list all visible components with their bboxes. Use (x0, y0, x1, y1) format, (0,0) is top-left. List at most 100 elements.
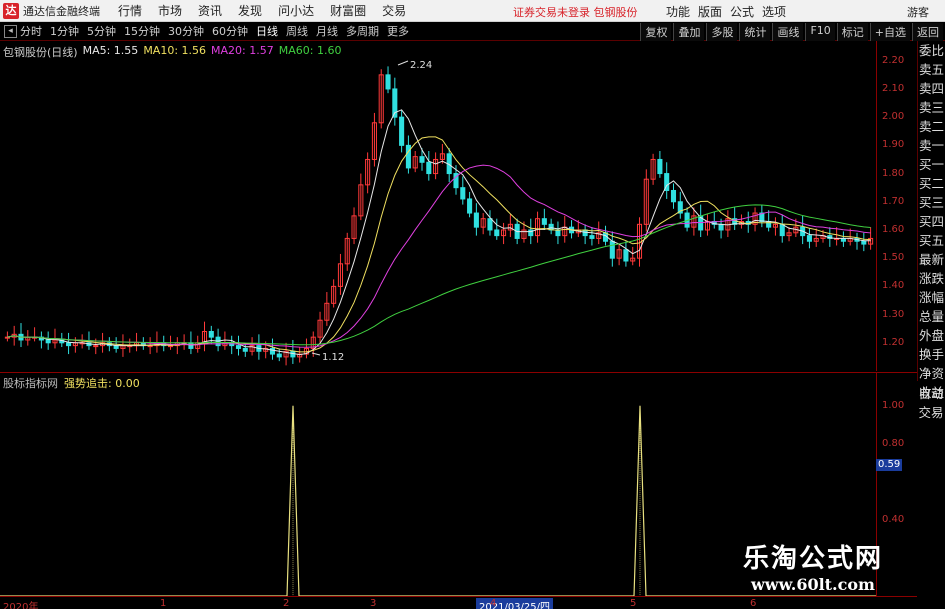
candle-body (467, 198, 473, 214)
options-button[interactable]: 选项 (762, 3, 786, 20)
ma60-legend: MA60: 1.60 (278, 44, 342, 57)
watermark-title: 乐淘公式网 (742, 544, 883, 574)
price-tick: 2.20 (882, 54, 905, 66)
menu-item-trade[interactable]: 交易 (382, 2, 406, 19)
main-menu: 行情 市场 资讯 发现 问小达 财富圈 交易 (118, 2, 406, 19)
tab-60min[interactable]: 60分钟 (212, 23, 248, 39)
side-item[interactable]: 外盘 (918, 326, 945, 345)
tab-more[interactable]: 更多 (387, 23, 409, 39)
adjust-button[interactable]: 复权 (640, 23, 672, 41)
cursor-value-label: 0.59 (876, 459, 902, 471)
price-tick: 2.00 (882, 111, 905, 123)
candle-body (235, 345, 242, 349)
candle-body (806, 235, 812, 242)
price-tick: 1.20 (882, 336, 905, 348)
candle-body (399, 116, 405, 146)
tab-5min[interactable]: 5分钟 (87, 23, 116, 39)
side-item[interactable]: 买二 (918, 174, 945, 193)
side-item[interactable]: 涨幅 (918, 288, 945, 307)
candle-body (385, 74, 391, 90)
mark-button[interactable]: 标记 (836, 23, 868, 41)
layout-button[interactable]: 版面 (698, 3, 722, 20)
side-item[interactable]: 买五 (918, 231, 945, 250)
sub-side-panel: 自动 交易 (917, 384, 945, 422)
guest-label[interactable]: 游客 (907, 4, 929, 20)
ma20-line (7, 164, 871, 348)
price-tick: 1.90 (882, 139, 905, 151)
side-item[interactable]: 卖五 (918, 60, 945, 79)
tab-weekly[interactable]: 周线 (286, 23, 308, 39)
indicator-tick: 0.80 (882, 437, 905, 449)
menu-item-quotes[interactable]: 行情 (118, 2, 142, 19)
stats-button[interactable]: 统计 (739, 23, 771, 41)
chart-divider (0, 372, 917, 373)
time-tick: 2020年 (3, 602, 39, 609)
candle-body (487, 218, 493, 231)
price-tick: 1.60 (882, 223, 905, 235)
tab-daily[interactable]: 日线 (256, 23, 278, 39)
tab-1min[interactable]: 1分钟 (50, 23, 79, 39)
indicator-tick: 0.40 (882, 513, 905, 525)
add-watchlist-button[interactable]: +自选 (869, 23, 910, 41)
candle-body (242, 347, 248, 352)
candle-body (66, 342, 72, 347)
price-tick: 1.30 (882, 308, 905, 320)
return-button[interactable]: 返回 (912, 23, 943, 41)
time-tick: 1 (160, 598, 167, 609)
menu-item-ask[interactable]: 问小达 (278, 2, 314, 19)
candle-body (657, 158, 663, 175)
ma10-line (7, 136, 871, 353)
tab-monthly[interactable]: 月线 (316, 23, 338, 39)
draw-button[interactable]: 画线 (772, 23, 804, 41)
tab-multi-period[interactable]: 多周期 (346, 23, 379, 39)
back-arrow-icon[interactable]: ◂ (4, 24, 17, 38)
side-item[interactable]: 总量 (918, 307, 945, 326)
time-tick: 4 (490, 598, 497, 609)
auto-button[interactable]: 自动 (917, 384, 945, 403)
candlestick-chart[interactable] (0, 41, 876, 371)
side-item[interactable]: 卖一 (918, 136, 945, 155)
function-button[interactable]: 功能 (666, 3, 690, 20)
period-tabs: 分时 1分钟 5分钟 15分钟 30分钟 60分钟 日线 周线 月线 多周期 更… (20, 23, 409, 39)
tab-timeshare[interactable]: 分时 (20, 23, 42, 39)
side-item[interactable]: 换手 (918, 345, 945, 364)
time-axis: 2021/03/25/四 2020年 1 2 3 4 5 6 (0, 596, 917, 609)
side-item[interactable]: 最新 (918, 250, 945, 269)
overlay-button[interactable]: 叠加 (673, 23, 705, 41)
price-axis: 1.20 1.30 1.40 1.50 1.60 1.70 1.80 1.90 2.00 2.10… (876, 41, 917, 371)
candle-body (188, 342, 194, 349)
side-item[interactable]: 买三 (918, 193, 945, 212)
price-tick: 1.40 (882, 280, 905, 292)
time-tick: 5 (630, 598, 637, 609)
side-item[interactable]: 卖二 (918, 117, 945, 136)
menu-item-discover[interactable]: 发现 (238, 2, 262, 19)
candle-body (473, 212, 479, 228)
trade-button[interactable]: 交易 (917, 403, 945, 422)
price-tick: 1.80 (882, 167, 905, 179)
side-item[interactable]: 涨跌 (918, 269, 945, 288)
price-tick: 1.70 (882, 195, 905, 207)
login-notice[interactable]: 证券交易未登录 包钢股份 (513, 4, 638, 20)
tab-30min[interactable]: 30分钟 (168, 23, 204, 39)
side-item[interactable]: 卖三 (918, 98, 945, 117)
time-tick: 3 (370, 598, 377, 609)
high-marker (397, 60, 409, 66)
menu-item-wealth[interactable]: 财富圈 (330, 2, 366, 19)
side-item[interactable]: 买一 (918, 155, 945, 174)
indicator-tick: 1.00 (882, 399, 905, 411)
side-item[interactable]: 净资 (918, 364, 945, 383)
price-tick: 2.10 (882, 82, 905, 94)
menu-item-market[interactable]: 市场 (158, 2, 182, 19)
side-item[interactable]: 买四 (918, 212, 945, 231)
menu-item-news[interactable]: 资讯 (198, 2, 222, 19)
tab-15min[interactable]: 15分钟 (124, 23, 160, 39)
candle-body (93, 345, 99, 348)
side-item[interactable]: 委比 (918, 41, 945, 60)
quote-side-panel: 委比 卖五 卖四 卖三 卖二 卖一 买一 买二 买三 买四 买五 最新 涨跌 涨幅 总量 外盘 换手 净资 收益 (917, 41, 945, 400)
f10-button[interactable]: F10 (805, 23, 835, 41)
low-price-label: 1.12 (322, 352, 345, 363)
formula-button[interactable]: 公式 (730, 3, 754, 20)
multi-stock-button[interactable]: 多股 (706, 23, 738, 41)
high-price-label: 2.24 (410, 60, 433, 71)
side-item[interactable]: 卖四 (918, 79, 945, 98)
